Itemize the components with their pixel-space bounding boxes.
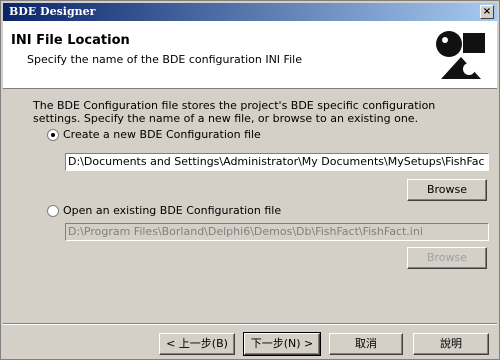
help-button[interactable]: 說明: [413, 333, 489, 355]
create-new-label[interactable]: Create a new BDE Configuration file: [63, 128, 261, 141]
open-existing-label[interactable]: Open an existing BDE Configuration file: [63, 204, 281, 217]
wizard-content: The BDE Configuration file stores the pr…: [1, 89, 500, 329]
description-text: The BDE Configuration file stores the pr…: [33, 99, 436, 125]
radio-selected-dot: [51, 133, 55, 137]
new-file-path-input[interactable]: D:\Documents and Settings\Administrator\…: [65, 153, 489, 171]
wizard-header: INI File Location Specify the name of th…: [3, 21, 497, 89]
open-existing-radio[interactable]: [47, 205, 59, 217]
create-new-radio[interactable]: [47, 129, 59, 141]
browse-existing-button[interactable]: Browse: [407, 247, 487, 269]
title-bar: BDE Designer ×: [3, 3, 497, 21]
cancel-button[interactable]: 取消: [329, 333, 403, 355]
next-button[interactable]: 下一步(N) >: [243, 332, 321, 356]
back-button[interactable]: < 上一步(B): [159, 333, 235, 355]
window-title: BDE Designer: [9, 5, 96, 18]
page-subtitle: Specify the name of the BDE configuratio…: [27, 53, 302, 66]
close-button[interactable]: ×: [480, 5, 494, 19]
existing-file-path-input[interactable]: D:\Program Files\Borland\Delphi6\Demos\D…: [65, 223, 489, 241]
browse-new-button[interactable]: Browse: [407, 179, 487, 201]
bde-designer-window: BDE Designer × INI File Location Specify…: [0, 0, 500, 360]
page-title: INI File Location: [11, 33, 130, 48]
wizard-shapes-icon: [431, 27, 489, 85]
footer-divider: [3, 323, 497, 325]
